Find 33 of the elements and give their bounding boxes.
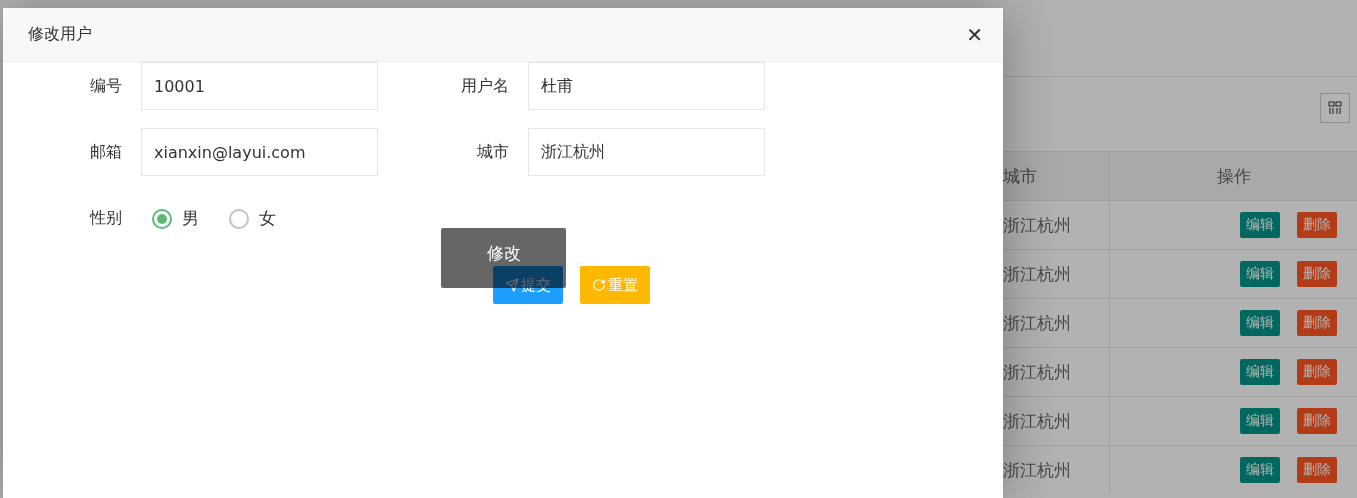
radio-option[interactable]: 男 <box>152 207 199 230</box>
edit-button[interactable]: 编辑 <box>1240 212 1280 238</box>
field-label: 性别 <box>88 208 122 229</box>
radio-option[interactable]: 女 <box>229 207 276 230</box>
delete-button[interactable]: 删除 <box>1297 457 1337 483</box>
field-label: 编号 <box>89 75 122 97</box>
delete-button[interactable]: 删除 <box>1297 408 1337 434</box>
input-field[interactable]: 杜甫 <box>528 62 765 110</box>
edit-button[interactable]: 编辑 <box>1240 359 1280 385</box>
edit-button[interactable]: 编辑 <box>1240 408 1280 434</box>
delete-button[interactable]: 删除 <box>1297 310 1337 336</box>
input-field[interactable]: 10001 <box>141 62 378 110</box>
edit-button[interactable]: 编辑 <box>1240 310 1280 336</box>
delete-button[interactable]: 删除 <box>1297 359 1337 385</box>
edit-button[interactable]: 编辑 <box>1240 457 1280 483</box>
input-field[interactable]: xianxin@layui.com <box>141 128 378 176</box>
input-field[interactable]: 浙江杭州 <box>528 128 765 176</box>
reset-button[interactable]: 重置 <box>580 266 650 304</box>
column-header: 操作 <box>1215 164 1252 188</box>
field-label: 城市 <box>476 141 509 163</box>
radio-icon[interactable] <box>152 208 172 229</box>
delete-button[interactable]: 删除 <box>1297 212 1337 238</box>
columns-icon[interactable] <box>1320 93 1350 123</box>
delete-button[interactable]: 删除 <box>1297 261 1337 287</box>
send-icon <box>505 278 519 292</box>
edit-button[interactable]: 编辑 <box>1240 261 1280 287</box>
close-icon[interactable]: ✕ <box>966 22 983 47</box>
radio-icon[interactable] <box>229 208 249 229</box>
tooltip-text: 修改 <box>486 243 521 263</box>
field-label: 用户名 <box>460 75 509 97</box>
dialog-title: 修改用户 <box>28 24 92 45</box>
refresh-icon <box>592 278 606 292</box>
field-label: 邮箱 <box>89 141 122 163</box>
